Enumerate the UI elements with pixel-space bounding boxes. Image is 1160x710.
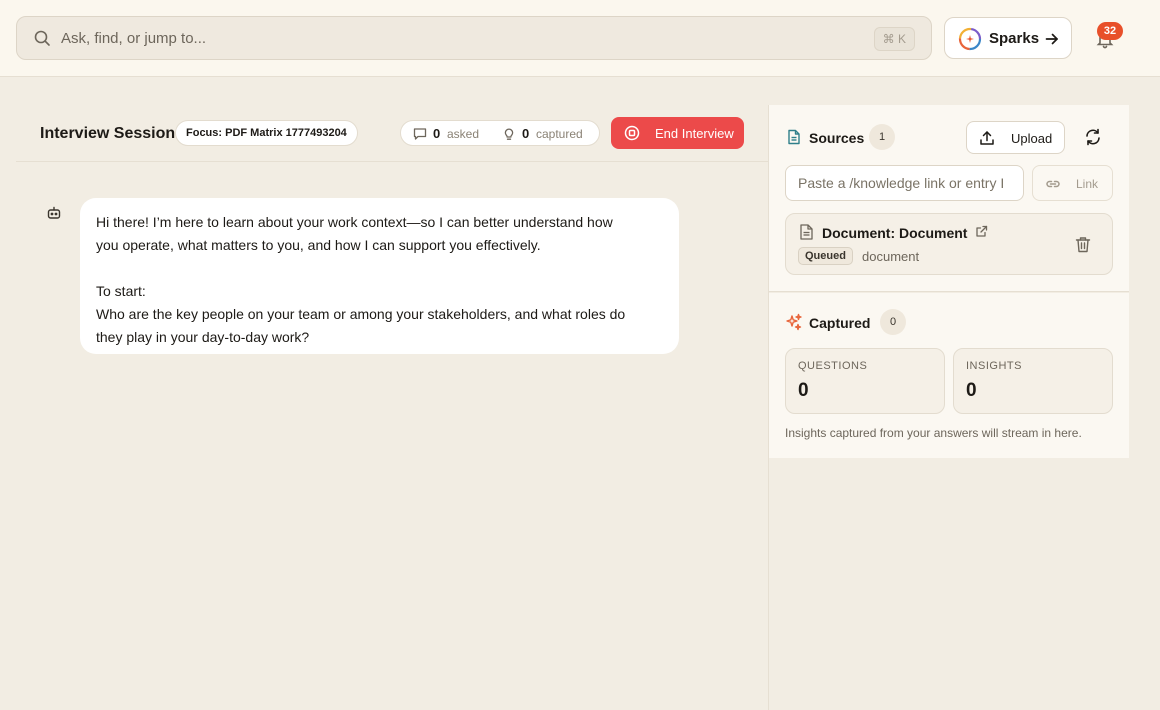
asked-label: asked xyxy=(447,127,480,141)
page-title: Interview Session xyxy=(40,125,176,142)
questions-value: 0 xyxy=(798,380,809,401)
questions-stat: QUESTIONS 0 xyxy=(785,348,945,414)
source-name[interactable]: Document: Document xyxy=(822,225,967,241)
link-label: Link xyxy=(1076,177,1099,191)
upload-icon xyxy=(980,131,994,145)
top-bar: Ask, find, or jump to... ⌘ K Sparks 32 xyxy=(0,0,1160,77)
sparkles-icon xyxy=(786,313,802,331)
lightbulb-icon xyxy=(504,128,514,140)
asked-count: 0 xyxy=(433,126,441,141)
captured-section: Captured 0 QUESTIONS 0 INSIGHTS 0 Insigh… xyxy=(769,293,1129,458)
questions-label: QUESTIONS xyxy=(798,360,868,372)
document-icon xyxy=(788,129,800,145)
refresh-icon[interactable] xyxy=(1084,128,1102,146)
assistant-message: Hi there! I’m here to learn about your w… xyxy=(80,198,679,354)
message-line: they play in your day-to-day work? xyxy=(96,329,310,345)
end-interview-button[interactable]: End Interview xyxy=(611,117,744,149)
source-type: document xyxy=(862,249,920,264)
session-header: Interview Session Focus: PDF Matrix 1777… xyxy=(16,105,768,162)
search-icon xyxy=(34,30,50,46)
message-line: Hi there! I’m here to learn about your w… xyxy=(96,214,613,230)
source-item[interactable]: Document: Document Queued document xyxy=(785,213,1113,275)
arrow-right-icon xyxy=(1045,33,1058,45)
knowledge-link-input[interactable] xyxy=(785,165,1024,201)
captured-label: captured xyxy=(536,127,583,141)
notification-badge: 32 xyxy=(1097,22,1123,40)
insights-value: 0 xyxy=(966,380,977,401)
bot-icon xyxy=(47,206,61,219)
search-placeholder: Ask, find, or jump to... xyxy=(61,30,207,47)
message-icon xyxy=(413,128,427,140)
link-icon xyxy=(1046,180,1060,188)
sources-title: Sources xyxy=(809,130,865,146)
link-button[interactable]: Link xyxy=(1032,165,1113,201)
captured-note: Insights captured from your answers will… xyxy=(785,426,1082,440)
sparks-label: Sparks xyxy=(989,30,1040,47)
upload-button[interactable]: Upload xyxy=(966,121,1065,154)
focus-chip: Focus: PDF Matrix 1777493204 xyxy=(175,120,358,146)
sparks-logo-icon xyxy=(958,27,982,51)
message-line: you operate, what matters to you, and ho… xyxy=(96,237,541,253)
sources-count: 1 xyxy=(869,124,895,150)
upload-label: Upload xyxy=(1011,131,1053,146)
captured-title: Captured xyxy=(809,315,871,331)
shortcut-hint: ⌘ K xyxy=(873,27,915,51)
file-icon xyxy=(800,224,813,240)
sparks-button[interactable]: Sparks xyxy=(944,17,1072,59)
context-panel: Sources 1 Upload Link Document: Document… xyxy=(768,105,1129,710)
insights-label: INSIGHTS xyxy=(966,360,1022,372)
end-interview-label: End Interview xyxy=(655,126,734,141)
global-search[interactable]: Ask, find, or jump to... ⌘ K xyxy=(16,16,932,60)
external-link-icon[interactable] xyxy=(975,225,988,238)
trash-icon[interactable] xyxy=(1075,236,1091,253)
stop-circle-icon xyxy=(624,125,640,141)
captured-count: 0 xyxy=(522,126,530,141)
status-badge: Queued xyxy=(798,247,853,265)
insights-stat: INSIGHTS 0 xyxy=(953,348,1113,414)
captured-count-badge: 0 xyxy=(880,309,906,335)
message-line: To start: xyxy=(96,283,146,299)
session-stats: 0 asked 0 captured xyxy=(400,120,600,146)
message-line: Who are the key people on your team or a… xyxy=(96,306,626,322)
sources-section: Sources 1 Upload Link Document: Document… xyxy=(769,105,1129,292)
